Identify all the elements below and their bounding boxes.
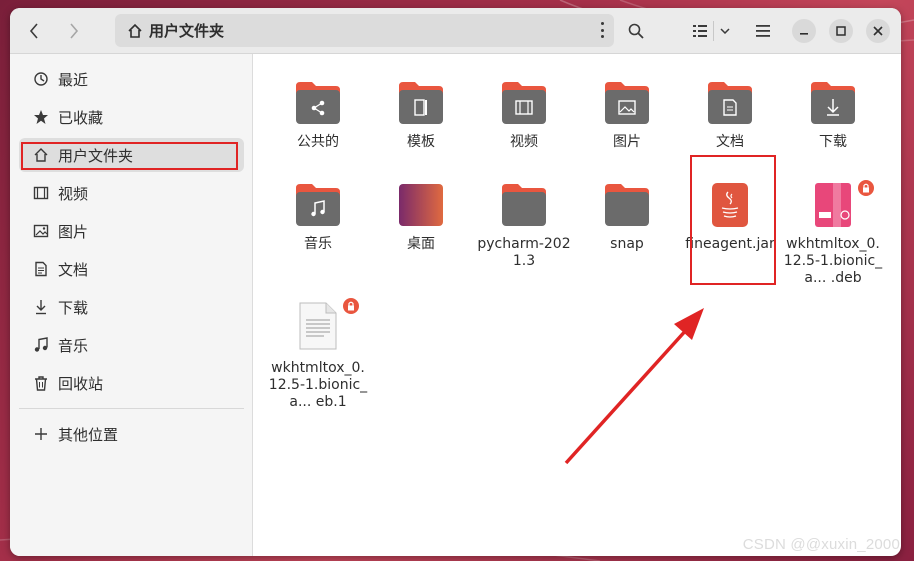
file-item-public[interactable]: 公共的 [268,80,368,151]
sidebar-item-other-locations[interactable]: 其他位置 [19,417,244,451]
sidebar-item-label: 用户文件夹 [58,146,134,165]
sidebar-item-label: 其他位置 [58,425,119,444]
trash-icon [35,376,47,391]
file-item-wkhtmltox-deb[interactable]: wkhtmltox_0.12.5-1.bionic_a... .deb [783,180,883,287]
lock-emblem-icon [343,298,359,314]
watermark: CSDN @@xuxin_2000 [742,536,900,553]
file-name: pycharm-2021.3 [477,236,571,269]
file-item-pycharm[interactable]: pycharm-2021.3 [474,182,574,270]
chevron-down-icon [719,28,730,34]
sidebar-item-documents[interactable]: 文档 [19,252,244,286]
path-bar[interactable]: 用户文件夹 [115,14,614,47]
file-name: fineagent.jar [685,236,775,252]
file-item-fineagent-jar[interactable]: fineagent.jar [680,182,780,253]
music-icon [34,337,48,352]
maximize-icon [836,26,846,36]
folder-image-icon [605,82,649,124]
sidebar-item-label: 音乐 [58,336,89,355]
folder-icon [502,184,546,226]
file-name: 图片 [613,134,641,150]
sidebar-item-videos[interactable]: 视频 [19,176,244,210]
film-icon [33,186,49,200]
file-grid: 公共的 模板 视频 图片 文档 下载 音乐 桌面 pycharm-2021.3 … [253,54,901,556]
text-file-icon [299,302,337,350]
folder-document-icon [708,82,752,124]
image-icon [33,224,49,238]
sidebar-separator [19,408,244,409]
sidebar-item-music[interactable]: 音乐 [19,328,244,362]
sidebar-item-label: 回收站 [58,374,104,393]
folder-template-icon [399,82,443,124]
sidebar-item-trash[interactable]: 回收站 [19,366,244,400]
plus-icon [35,428,47,440]
forward-button[interactable] [59,16,89,46]
back-button[interactable] [19,16,49,46]
file-item-snap[interactable]: snap [577,182,677,253]
file-item-pictures[interactable]: 图片 [577,80,677,151]
file-name: 公共的 [297,134,339,150]
sidebar-item-label: 视频 [58,184,89,203]
home-icon [128,23,142,38]
file-name: wkhtmltox_0.12.5-1.bionic_a... eb.1 [268,360,368,410]
sidebar-item-label: 已收藏 [58,108,104,127]
minimize-button[interactable] [792,19,816,43]
folder-desktop-icon [399,184,443,226]
clock-icon [34,72,48,86]
file-item-downloads[interactable]: 下载 [783,80,883,151]
file-item-documents[interactable]: 文档 [680,80,780,151]
view-toggle-button[interactable] [687,16,735,46]
file-name: 文档 [716,134,744,150]
hamburger-icon [756,25,770,37]
debian-package-icon [815,183,851,227]
close-icon [873,26,883,36]
download-icon [36,300,46,315]
file-name: wkhtmltox_0.12.5-1.bionic_a... .deb [783,236,883,286]
maximize-button[interactable] [829,19,853,43]
chevron-right-icon [70,23,79,39]
star-icon [34,110,48,124]
file-item-desktop[interactable]: 桌面 [371,182,471,253]
home-icon [34,148,48,162]
chevron-left-icon [29,23,38,39]
file-item-videos[interactable]: 视频 [474,80,574,151]
sidebar-item-home[interactable]: 用户文件夹 [19,138,244,172]
file-name: 桌面 [407,236,435,252]
file-name: 音乐 [304,236,332,252]
folder-share-icon [296,82,340,124]
file-item-wkhtmltox-text[interactable]: wkhtmltox_0.12.5-1.bionic_a... eb.1 [268,298,368,411]
header-bar: 用户文件夹 [10,8,901,54]
lock-emblem-icon [858,180,874,196]
file-name: 视频 [510,134,538,150]
folder-film-icon [502,82,546,124]
sidebar-item-label: 下载 [58,298,89,317]
file-name: 模板 [407,134,435,150]
sidebar-item-starred[interactable]: 已收藏 [19,100,244,134]
sidebar: 最近 已收藏 用户文件夹 视频 图片 文档 下载 音乐 回收站 其他位置 [10,54,253,556]
file-item-templates[interactable]: 模板 [371,80,471,151]
sidebar-item-downloads[interactable]: 下载 [19,290,244,324]
main-menu-button[interactable] [748,16,778,46]
file-name: snap [610,236,644,252]
file-name: 下载 [819,134,847,150]
sidebar-item-label: 图片 [58,222,89,241]
path-title: 用户文件夹 [149,22,225,40]
search-button[interactable] [621,16,651,46]
minimize-icon [800,33,808,35]
java-jar-icon [712,183,748,227]
sidebar-item-pictures[interactable]: 图片 [19,214,244,248]
file-item-music[interactable]: 音乐 [268,182,368,253]
document-icon [35,261,47,277]
folder-music-icon [296,184,340,226]
list-view-icon [692,25,707,37]
sidebar-item-recent[interactable]: 最近 [19,62,244,96]
search-icon [628,23,644,39]
folder-download-icon [811,82,855,124]
file-manager-window: 用户文件夹 最近 已收藏 用户文件夹 视频 图片 文档 下载 音乐 回收站 其他… [10,8,901,556]
sidebar-item-label: 文档 [58,260,89,279]
path-menu-icon[interactable] [600,22,604,38]
close-button[interactable] [866,19,890,43]
sidebar-item-label: 最近 [58,70,89,89]
folder-icon [605,184,649,226]
